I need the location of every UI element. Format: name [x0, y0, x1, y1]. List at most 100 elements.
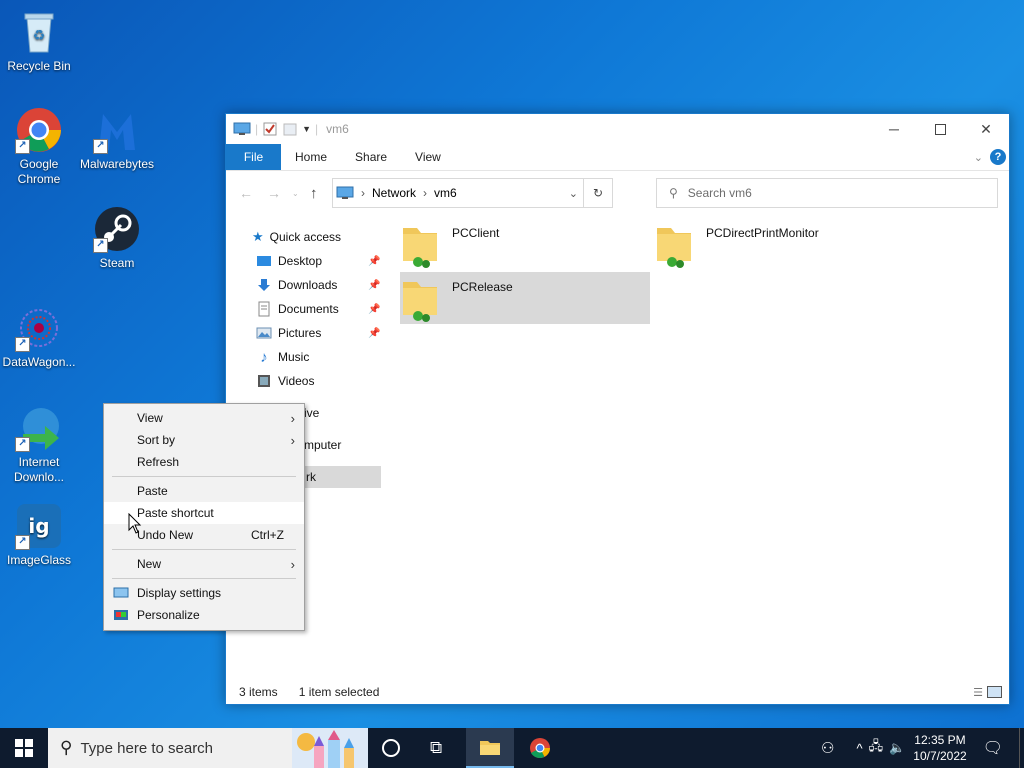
desktop-icon-malwarebytes[interactable]: ↗ Malwarebytes [80, 106, 154, 172]
large-icons-view-icon[interactable] [987, 686, 1002, 698]
show-desktop-button[interactable] [1019, 728, 1024, 768]
menu-item-personalize[interactable]: Personalize [104, 604, 304, 626]
search-box[interactable]: ⚲ Search vm6 [656, 178, 998, 208]
nav-quick-access[interactable]: ★ Quick access [252, 226, 341, 248]
network-status-icon[interactable]: 🖧 [869, 737, 884, 759]
search-input[interactable]: Search vm6 [688, 186, 752, 200]
maximize-icon [934, 123, 946, 135]
nav-label: Quick access [269, 230, 342, 244]
search-icon: ⚲ [669, 186, 678, 200]
desktop-icon-imageglass[interactable]: ig ↗ ImageGlass [2, 502, 76, 568]
up-button[interactable]: ↑ [310, 185, 318, 202]
details-view-icon[interactable]: ☰ [973, 686, 983, 699]
forward-button[interactable]: → [262, 185, 286, 201]
desktop-icon-internet-download[interactable]: ↗ Internet Downlo... [2, 404, 76, 485]
display-settings-icon [113, 587, 129, 598]
notifications-icon[interactable]: 🗨 [983, 738, 1003, 758]
folder-item[interactable]: PCDirectPrintMonitor [654, 218, 904, 270]
desktop-icon [257, 255, 271, 266]
desktop-icon-datawagon[interactable]: ↗ DataWagon... [2, 304, 76, 370]
tab-share[interactable]: Share [341, 150, 401, 164]
nav-item-pictures[interactable]: Pictures 📌 [256, 322, 380, 344]
folder-item[interactable]: PCClient [400, 218, 650, 270]
desktop-icon-google-chrome[interactable]: ↗ Google Chrome [2, 106, 76, 187]
menu-item-display-settings[interactable]: Display settings [104, 582, 304, 604]
title-bar[interactable]: | ▼ | vm6 ─ ✕ [226, 114, 1009, 144]
breadcrumb-vm6[interactable]: vm6 [434, 186, 457, 200]
nav-item-downloads[interactable]: Downloads 📌 [256, 274, 380, 296]
chevron-right-icon: › [290, 432, 295, 448]
tab-home[interactable]: Home [281, 150, 341, 164]
nav-label: rk [306, 470, 316, 484]
nav-label: Documents [278, 302, 339, 316]
shared-folder-icon [403, 228, 437, 268]
task-view-icon[interactable]: ⧉ [430, 738, 442, 758]
cortana-icon[interactable] [382, 739, 400, 757]
nav-item-drive-partial[interactable]: ive [304, 402, 319, 424]
customize-toolbar-icon[interactable]: ▼ [302, 124, 311, 134]
nav-label: Pictures [278, 326, 322, 340]
menu-item-label: Sort by [137, 433, 176, 447]
address-dropdown-icon[interactable]: ⌄ [569, 187, 578, 200]
address-bar-row: ← → ⌄ ↑ › Network › vm6 ⌄ ↻ ⚲ Search vm6 [226, 171, 1009, 215]
close-button[interactable]: ✕ [963, 114, 1009, 144]
menu-item-label: New [137, 557, 162, 571]
nav-item-music[interactable]: ♪ Music [256, 346, 309, 368]
shortcut-arrow-icon: ↗ [15, 337, 30, 352]
start-button[interactable] [0, 728, 48, 768]
new-folder-icon[interactable] [282, 121, 298, 137]
nav-label: Downloads [278, 278, 338, 292]
menu-item-paste[interactable]: Paste [104, 480, 304, 502]
recent-locations-icon[interactable]: ⌄ [292, 189, 299, 198]
show-hidden-icons-icon[interactable]: ^ [857, 741, 863, 756]
taskbar-file-explorer-button[interactable] [466, 728, 514, 768]
menu-item-refresh[interactable]: Refresh [104, 451, 304, 473]
menu-item-new[interactable]: New › [104, 553, 304, 575]
clock-time: 12:35 PM [914, 733, 966, 747]
expand-ribbon-icon[interactable]: ⌄ [974, 151, 983, 164]
menu-separator [112, 578, 296, 579]
clock-date: 10/7/2022 [913, 749, 967, 763]
volume-icon[interactable]: 🔈 [889, 740, 905, 756]
desktop-icon-steam[interactable]: ↗ Steam [80, 205, 154, 271]
taskbar-search-box[interactable]: ⚲ Type here to search [48, 728, 368, 768]
pin-icon: 📌 [368, 255, 381, 267]
menu-item-shortcut: Ctrl+Z [251, 528, 284, 542]
nav-item-computer-partial[interactable]: mputer [304, 434, 341, 456]
desktop-icon-recycle-bin[interactable]: ♻ Recycle Bin [2, 8, 76, 74]
shortcut-arrow-icon: ↗ [15, 437, 30, 452]
desktop-icon-label: Google Chrome [17, 157, 61, 186]
shortcut-arrow-icon: ↗ [93, 139, 108, 154]
tab-file[interactable]: File [226, 144, 281, 170]
desktop-icon-label: Steam [99, 256, 135, 270]
nav-item-videos[interactable]: Videos [256, 370, 314, 392]
chrome-icon: ↗ [15, 106, 63, 154]
chevron-right-icon: › [290, 556, 295, 572]
breadcrumb-network[interactable]: Network [372, 186, 416, 200]
menu-item-sort-by[interactable]: Sort by › [104, 429, 304, 451]
clock[interactable]: 12:35 PM 10/7/2022 [913, 732, 966, 764]
nav-item-documents[interactable]: Documents 📌 [256, 298, 380, 320]
minimize-button[interactable]: ─ [871, 114, 917, 144]
taskbar: ⚲ Type here to search ⧉ ⚇ ^ 🖧 🔈 12:35 PM… [0, 728, 1024, 768]
taskbar-chrome-button[interactable] [516, 728, 564, 768]
explorer-window[interactable]: | ▼ | vm6 ─ ✕ File Home Share View ⌄ ? ←… [225, 113, 1010, 705]
back-button[interactable]: ← [234, 185, 258, 201]
nav-item-desktop[interactable]: Desktop 📌 [256, 250, 380, 272]
desktop-icon-label: Malwarebytes [80, 157, 155, 171]
refresh-icon[interactable]: ↻ [583, 179, 612, 207]
people-icon[interactable]: ⚇ [821, 739, 834, 757]
taskbar-search-input[interactable]: Type here to search [80, 740, 213, 757]
help-icon[interactable]: ? [990, 149, 1006, 165]
address-bar[interactable]: › Network › vm6 ⌄ ↻ [332, 178, 613, 208]
ribbon-tabs: File Home Share View ⌄ ? [226, 144, 1009, 171]
tab-view[interactable]: View [401, 150, 455, 164]
properties-icon[interactable] [262, 121, 278, 137]
file-explorer-icon [480, 741, 500, 755]
windows-logo-icon [15, 739, 33, 757]
folder-item-selected[interactable]: PCRelease [400, 272, 650, 324]
system-tray: ⚇ ^ 🖧 🔈 12:35 PM 10/7/2022 🗨 [821, 728, 1024, 768]
datawagon-icon: ↗ [15, 304, 63, 352]
menu-item-view[interactable]: View › [104, 407, 304, 429]
maximize-button[interactable] [917, 114, 963, 144]
